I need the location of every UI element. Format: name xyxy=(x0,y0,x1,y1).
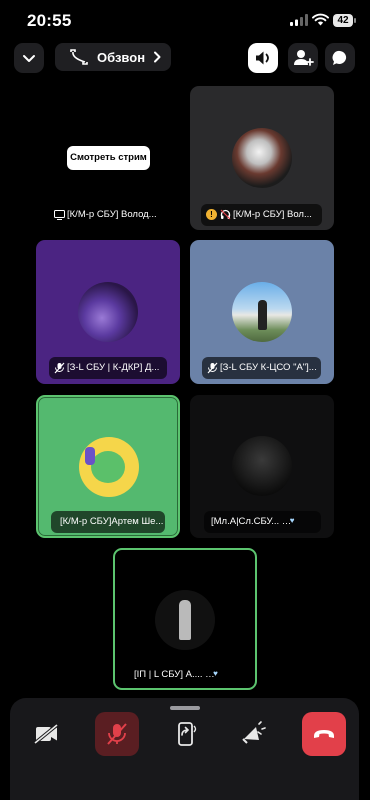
soundboard-button[interactable] xyxy=(231,712,275,756)
tile-label: [К/М-р СБУ]Артем Ше... xyxy=(51,511,165,533)
camera-toggle-button[interactable] xyxy=(24,712,68,756)
phone-icon xyxy=(70,49,88,65)
end-call-button[interactable] xyxy=(302,712,346,756)
end-call-icon xyxy=(314,730,334,738)
avatar xyxy=(232,436,292,496)
tile-label: [Мл.А|Сл.СБУ... UGTA xyxy=(204,511,321,533)
mic-muted-icon xyxy=(207,362,218,374)
participant-name: [К/М-р СБУ]Артем Ше... xyxy=(60,516,164,527)
collapse-button[interactable] xyxy=(14,43,44,73)
participant-name: [З-L СБУ К-ЦСО "А"]... xyxy=(220,362,317,373)
avatar xyxy=(78,282,138,342)
tile-label: [З-L СБУ | К-ДКР] Д... xyxy=(49,357,167,379)
ugta-badge: UGTA xyxy=(209,667,242,682)
participant-name: [З-L СБУ | К-ДКР] Д... xyxy=(67,362,160,373)
mic-muted-icon xyxy=(107,723,127,745)
clock: 20:55 xyxy=(27,11,72,30)
drag-handle[interactable] xyxy=(170,706,200,710)
chat-icon xyxy=(332,50,347,65)
soundboard-icon xyxy=(242,721,266,744)
signal-icon xyxy=(290,14,308,26)
avatar xyxy=(232,128,292,188)
chevron-down-icon xyxy=(23,55,35,62)
avatar-headset xyxy=(85,447,95,465)
wifi-icon xyxy=(312,13,329,26)
call-title-button[interactable]: Обзвон xyxy=(55,43,171,71)
watch-stream-button[interactable]: Смотреть стрим xyxy=(67,146,150,170)
speaker-button[interactable] xyxy=(248,43,278,73)
add-user-icon xyxy=(294,50,314,66)
mute-button[interactable] xyxy=(95,712,139,756)
tile-label: [IП | L СБУ] А.... UGTA xyxy=(128,664,242,686)
camera-off-icon xyxy=(33,723,59,745)
screen-icon xyxy=(54,210,65,220)
participant-name: [К/М-р СБУ] Вол... xyxy=(233,209,312,220)
tile-label: ! [К/М-р СБУ] Вол... xyxy=(201,204,322,226)
screen-share-icon xyxy=(178,722,197,746)
participant-name: [К/М-р СБУ] Волод... xyxy=(67,209,157,220)
avatar xyxy=(232,282,292,342)
chevron-right-icon xyxy=(154,51,161,63)
mic-muted-icon xyxy=(54,362,65,374)
battery-indicator: 42 xyxy=(333,14,356,27)
avatar-head xyxy=(91,451,125,483)
add-user-button[interactable] xyxy=(288,43,318,73)
ugta-badge: UGTA xyxy=(285,514,321,529)
avatar xyxy=(155,590,215,650)
avatar xyxy=(79,437,139,497)
screen-share-button[interactable] xyxy=(164,712,208,756)
person-figure xyxy=(258,300,267,330)
status-bar: 20:55 42 xyxy=(0,0,370,40)
participant-name: [IП | L СБУ] А.... xyxy=(134,669,203,680)
call-name: Обзвон xyxy=(97,49,146,65)
tile-label: [К/М-р СБУ] Волод... xyxy=(49,204,167,226)
warning-icon: ! xyxy=(206,209,217,220)
speaker-icon xyxy=(256,51,269,65)
headphones-icon xyxy=(220,209,231,220)
participant-name: [Мл.А|Сл.СБУ... xyxy=(211,516,280,527)
person-figure xyxy=(179,600,191,640)
tile-label: [З-L СБУ К-ЦСО "А"]... xyxy=(202,357,321,379)
chat-button[interactable] xyxy=(325,43,355,73)
